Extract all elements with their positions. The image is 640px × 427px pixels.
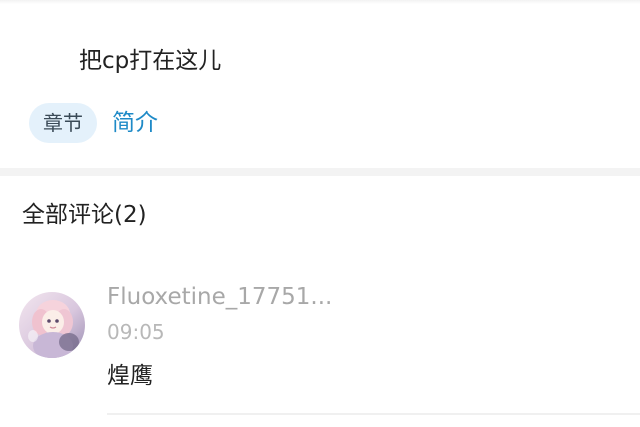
comments-header: 全部评论(2) — [22, 202, 147, 228]
section-divider — [0, 168, 640, 176]
tag-row: 章节 简介 — [29, 102, 158, 144]
post-content-text: 把cp打在这儿 — [79, 48, 222, 74]
top-card-edge — [0, 0, 640, 4]
chapter-tag-button[interactable]: 章节 — [29, 103, 97, 143]
comment-username[interactable]: Fluoxetine_17751... — [107, 280, 332, 314]
comment-text: 煌鹰 — [107, 363, 153, 389]
anime-girl-avatar-icon[interactable] — [19, 292, 85, 358]
post-detail-page: 把cp打在这儿 章节 简介 全部评论(2) Fluoxetine_17751..… — [0, 0, 640, 427]
comment-separator — [107, 413, 640, 415]
comment-timestamp: 09:05 — [107, 320, 165, 344]
comment-item: Fluoxetine_17751... 09:05 煌鹰 — [0, 270, 640, 415]
intro-tag-link[interactable]: 简介 — [112, 103, 158, 143]
avatar-image — [19, 292, 85, 358]
